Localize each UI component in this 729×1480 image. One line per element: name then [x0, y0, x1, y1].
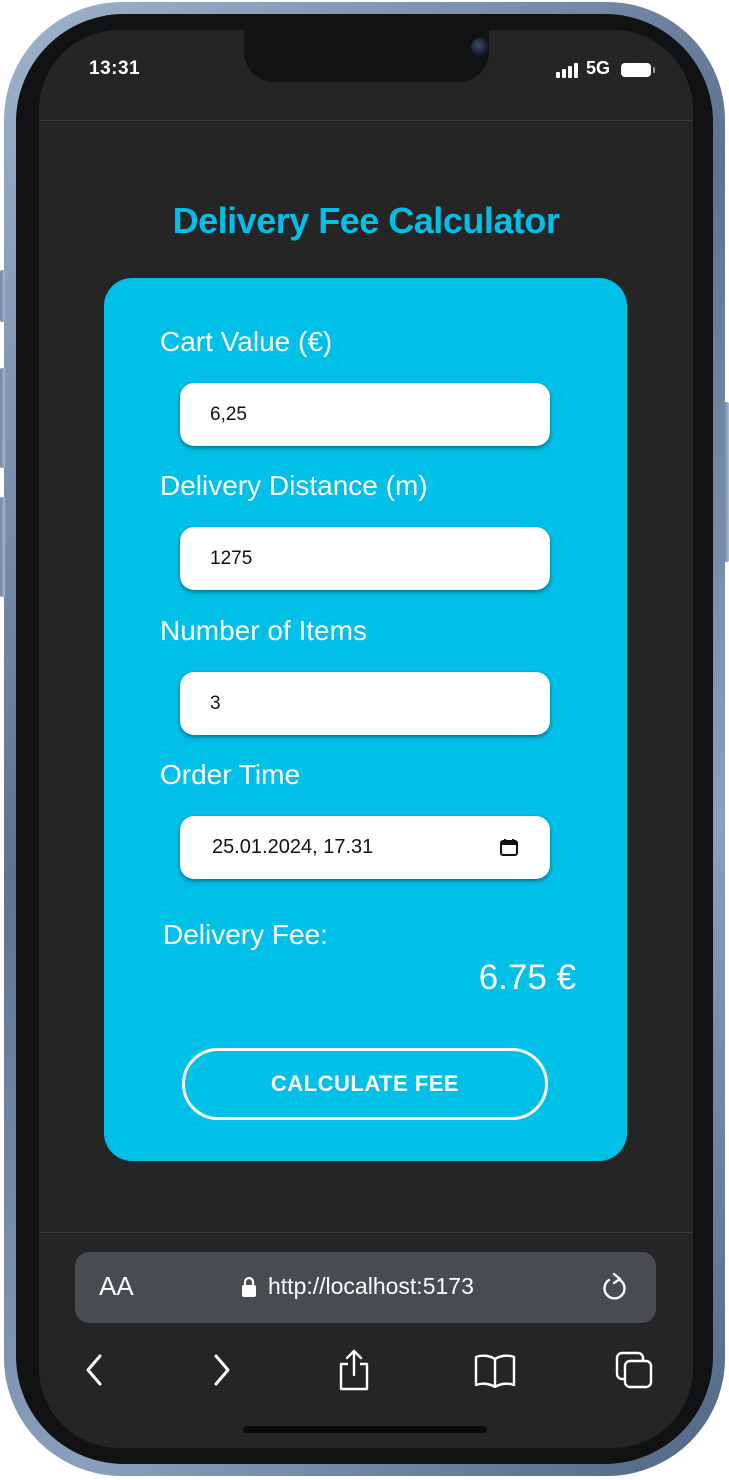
calculate-fee-button[interactable]: CALCULATE FEE [182, 1048, 548, 1120]
share-icon[interactable] [332, 1349, 376, 1391]
number-of-items-label: Number of Items [160, 615, 367, 646]
volume-down-button [0, 497, 5, 597]
order-time-label: Order Time [160, 759, 301, 790]
signal-icon [556, 62, 580, 78]
order-time-input[interactable]: 25.01.2024, 17.31 [180, 816, 550, 879]
text-size-button[interactable]: AA [99, 1271, 134, 1302]
delivery-distance-input[interactable] [180, 527, 550, 590]
mute-switch [0, 270, 5, 322]
phone-screen: 13:31 5G Delivery Fee Calculator Cart Va… [39, 30, 693, 1448]
tabs-icon[interactable] [612, 1350, 656, 1390]
delivery-distance-label: Delivery Distance (m) [160, 470, 428, 501]
order-time-value: 25.01.2024, 17.31 [212, 836, 374, 858]
camera-icon [471, 38, 489, 56]
back-icon[interactable] [72, 1350, 116, 1390]
forward-icon[interactable] [200, 1350, 244, 1390]
page-title: Delivery Fee Calculator [172, 200, 560, 241]
number-of-items-input[interactable] [180, 672, 550, 735]
calculator-card: Cart Value (€) Delivery Distance (m) Num… [104, 278, 627, 1161]
volume-up-button [0, 368, 5, 468]
battery-tip [653, 67, 655, 73]
cart-value-label: Cart Value (€) [160, 326, 333, 357]
address-bar[interactable]: AA http://localhost:5173 [75, 1252, 656, 1323]
delivery-fee-label: Delivery Fee: [163, 919, 328, 950]
status-time: 13:31 [89, 58, 141, 79]
delivery-fee-value: 6.75 € [478, 958, 576, 997]
reload-icon[interactable] [600, 1271, 630, 1303]
browser-toolbar: AA http://localhost:5173 [39, 1232, 693, 1448]
battery-icon [621, 63, 651, 77]
url-text[interactable]: http://localhost:5173 [268, 1273, 474, 1300]
cart-value-input[interactable] [180, 383, 550, 446]
network-label: 5G [586, 58, 611, 78]
notch [244, 30, 489, 82]
power-button [724, 402, 729, 562]
bookmarks-icon[interactable] [473, 1350, 517, 1390]
calendar-icon[interactable] [500, 839, 518, 856]
status-bar: 13:31 5G [39, 30, 693, 121]
home-indicator [243, 1426, 487, 1433]
lock-icon [242, 1276, 256, 1297]
text-size-label: AA [99, 1271, 134, 1301]
